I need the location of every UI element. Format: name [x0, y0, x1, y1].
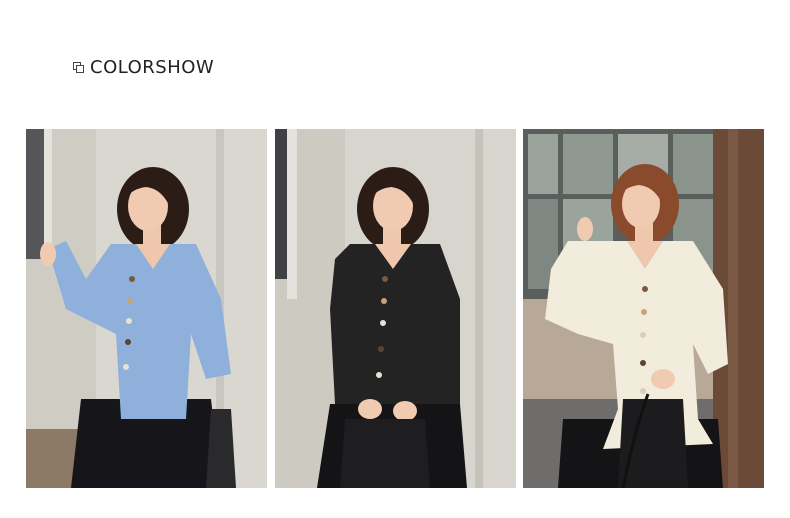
product-photo-blue: [26, 129, 267, 488]
product-photo-cream: [523, 129, 764, 488]
product-photo-black: [275, 129, 516, 488]
colorshow-header: COLORSHOW: [73, 56, 214, 78]
overlapping-squares-icon: [73, 61, 84, 73]
section-title: COLORSHOW: [90, 56, 215, 78]
